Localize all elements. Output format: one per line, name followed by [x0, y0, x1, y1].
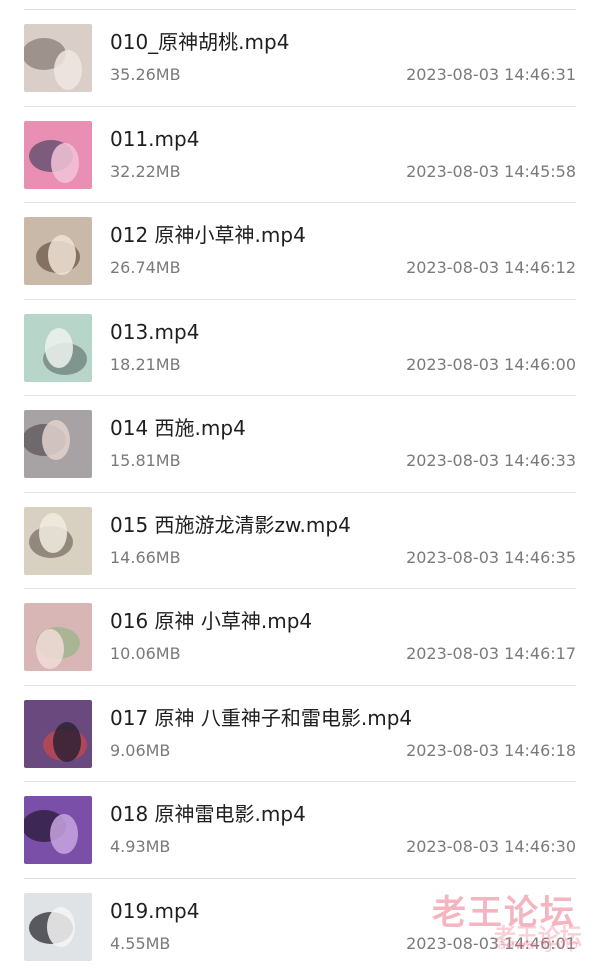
video-thumbnail [24, 507, 92, 575]
file-list: 010_原神胡桃.mp4 35.26MB 2023-08-03 14:46:31… [0, 10, 600, 975]
thumbnail-image [24, 507, 92, 575]
file-name: 019.mp4 [110, 898, 199, 924]
video-thumbnail [24, 700, 92, 768]
file-row[interactable]: 018 原神雷电影.mp4 4.93MB 2023-08-03 14:46:30 [24, 782, 576, 879]
file-row[interactable]: 014 西施.mp4 15.81MB 2023-08-03 14:46:33 [24, 396, 576, 493]
video-thumbnail [24, 217, 92, 285]
file-row[interactable]: 012 原神小草神.mp4 26.74MB 2023-08-03 14:46:1… [24, 203, 576, 300]
thumbnail-image [24, 314, 92, 382]
file-date: 2023-08-03 14:46:18 [406, 741, 576, 761]
file-name: 016 原神 小草神.mp4 [110, 608, 312, 634]
file-date: 2023-08-03 14:46:00 [406, 355, 576, 375]
file-date: 2023-08-03 14:46:12 [406, 258, 576, 278]
file-row[interactable]: 017 原神 八重神子和雷电影.mp4 9.06MB 2023-08-03 14… [24, 686, 576, 783]
file-date: 2023-08-03 14:46:01 [406, 934, 576, 954]
video-thumbnail [24, 410, 92, 478]
file-size: 4.55MB [110, 934, 170, 954]
file-size: 32.22MB [110, 162, 181, 182]
file-size: 26.74MB [110, 258, 181, 278]
file-size: 10.06MB [110, 644, 181, 664]
thumbnail-image [24, 603, 92, 671]
file-name: 018 原神雷电影.mp4 [110, 801, 306, 827]
thumbnail-image [24, 121, 92, 189]
video-thumbnail [24, 24, 92, 92]
thumbnail-image [24, 217, 92, 285]
file-size: 18.21MB [110, 355, 181, 375]
thumbnail-image [24, 796, 92, 864]
file-size: 35.26MB [110, 65, 181, 85]
file-size: 15.81MB [110, 451, 181, 471]
video-thumbnail [24, 796, 92, 864]
file-name: 010_原神胡桃.mp4 [110, 29, 289, 55]
file-row[interactable]: 019.mp4 4.55MB 2023-08-03 14:46:01 [24, 879, 576, 975]
video-thumbnail [24, 121, 92, 189]
file-row[interactable]: 011.mp4 32.22MB 2023-08-03 14:45:58 [24, 107, 576, 204]
file-size: 4.93MB [110, 837, 170, 857]
file-date: 2023-08-03 14:46:30 [406, 837, 576, 857]
video-thumbnail [24, 893, 92, 961]
file-date: 2023-08-03 14:46:33 [406, 451, 576, 471]
file-row[interactable]: 015 西施游龙清影zw.mp4 14.66MB 2023-08-03 14:4… [24, 493, 576, 590]
thumbnail-image [24, 893, 92, 961]
file-date: 2023-08-03 14:46:31 [406, 65, 576, 85]
file-name: 013.mp4 [110, 319, 199, 345]
thumbnail-image [24, 410, 92, 478]
file-date: 2023-08-03 14:46:17 [406, 644, 576, 664]
file-date: 2023-08-03 14:46:35 [406, 548, 576, 568]
file-size: 14.66MB [110, 548, 181, 568]
file-row[interactable]: 010_原神胡桃.mp4 35.26MB 2023-08-03 14:46:31 [24, 10, 576, 107]
file-name: 015 西施游龙清影zw.mp4 [110, 512, 351, 538]
video-thumbnail [24, 603, 92, 671]
file-name: 012 原神小草神.mp4 [110, 222, 306, 248]
file-row[interactable]: 016 原神 小草神.mp4 10.06MB 2023-08-03 14:46:… [24, 589, 576, 686]
thumbnail-image [24, 700, 92, 768]
file-size: 9.06MB [110, 741, 170, 761]
thumbnail-image [24, 24, 92, 92]
file-row[interactable]: 013.mp4 18.21MB 2023-08-03 14:46:00 [24, 300, 576, 397]
file-name: 011.mp4 [110, 126, 199, 152]
file-name: 017 原神 八重神子和雷电影.mp4 [110, 705, 412, 731]
file-date: 2023-08-03 14:45:58 [406, 162, 576, 182]
video-thumbnail [24, 314, 92, 382]
file-name: 014 西施.mp4 [110, 415, 246, 441]
